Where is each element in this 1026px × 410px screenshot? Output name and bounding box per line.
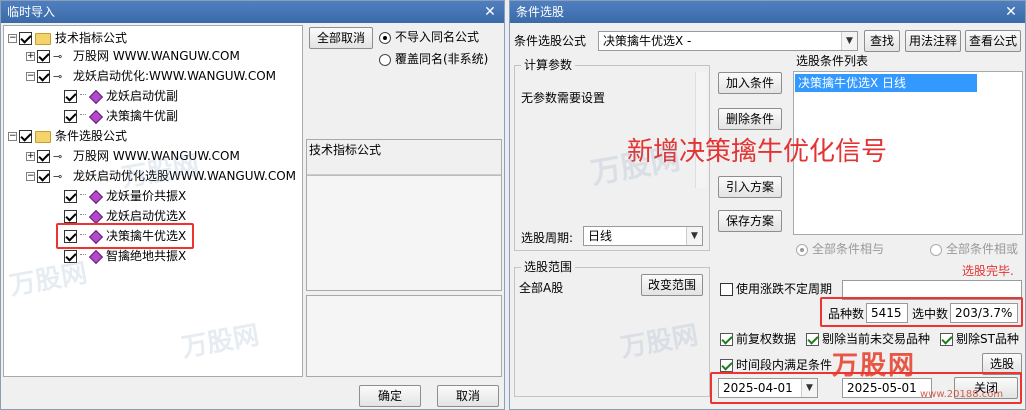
cancel-button[interactable]: 取消 (437, 385, 499, 407)
collapse-icon[interactable]: − (8, 34, 17, 43)
checkbox[interactable] (720, 283, 733, 296)
period-label: 选股周期: (521, 231, 574, 245)
adj-checkbox[interactable]: 前复权数据 (720, 331, 796, 347)
checkbox[interactable] (806, 333, 819, 346)
checkbox[interactable] (37, 70, 50, 83)
tree-node[interactable]: + ⊸ 万股网 WWW.WANGUW.COM (26, 46, 240, 66)
formula-desc-panel[interactable] (306, 295, 502, 377)
radio-icon[interactable] (379, 31, 391, 44)
checkbox[interactable] (19, 130, 32, 143)
formula-icon (88, 109, 104, 124)
radio-icon[interactable] (796, 243, 808, 256)
checkbox[interactable] (37, 150, 50, 163)
checkbox[interactable] (64, 210, 77, 223)
brand-url: www.20188.com (920, 389, 1004, 400)
formula-icon (88, 249, 104, 264)
search-button[interactable]: 查找 (864, 30, 900, 52)
cancel-all-button[interactable]: 全部取消 (309, 27, 373, 49)
formula-tree[interactable]: − 技术指标公式 + ⊸ 万股网 WWW.WANGUW.COM − ⊸ 龙妖启动优化:WW… (3, 25, 303, 377)
folder-icon (35, 32, 51, 45)
radio-all-and[interactable]: 全部条件相与 (796, 241, 884, 257)
view-formula-button[interactable]: 查看公式 (965, 30, 1021, 52)
tree-leaf[interactable]: 决策擒牛优副 (64, 106, 178, 126)
tree-leaf[interactable]: 龙妖量价共振X (64, 186, 186, 206)
chevron-down-icon[interactable]: ▼ (841, 32, 857, 50)
close-icon[interactable]: ✕ (1003, 1, 1019, 23)
highlight-box (56, 223, 194, 249)
import-title: 临时导入 (7, 5, 56, 19)
checkbox[interactable] (19, 32, 32, 45)
collapse-icon[interactable]: − (26, 172, 35, 181)
key-icon: ⊸ (53, 149, 63, 163)
checkbox[interactable] (64, 190, 77, 203)
screener-title: 条件选股 (516, 5, 565, 19)
collapse-icon[interactable]: − (26, 72, 35, 81)
checkbox[interactable] (940, 333, 953, 346)
key-icon: ⊸ (53, 49, 63, 63)
ok-button[interactable]: 确定 (359, 385, 421, 407)
usage-button[interactable]: 用法注释 (905, 30, 961, 52)
overlay-annotation: 新增决策擒牛优化信号 (627, 137, 888, 167)
tree-node-technical[interactable]: − 技术指标公式 (8, 28, 127, 48)
delete-condition-button[interactable]: 删除条件 (718, 108, 782, 130)
radio-icon[interactable] (930, 243, 942, 256)
params-scrollbar[interactable] (695, 72, 707, 188)
checkbox[interactable] (720, 333, 733, 346)
radio-overwrite[interactable]: 覆盖同名(非系统) (379, 51, 488, 67)
stock-screener-window: 条件选股 ✕ 条件选股公式 决策擒牛优选X - ▼ 查找 用法注释 查看公式 计… (509, 0, 1026, 410)
close-icon[interactable]: ✕ (482, 1, 498, 23)
time-condition-checkbox[interactable]: 时间段内满足条件 (720, 357, 832, 373)
condition-item-selected[interactable]: 决策擒牛优选X 日线 (795, 74, 977, 92)
status-done: 选股完毕. (962, 264, 1014, 278)
tree-node[interactable]: − ⊸ 龙妖启动优化:WWW.WANGUW.COM (26, 66, 276, 86)
radio-skip[interactable]: 不导入同名公式 (379, 29, 479, 45)
formula-info-panel: 技术指标公式 (306, 139, 502, 291)
checkbox[interactable] (37, 170, 50, 183)
condition-list-label: 选股条件列表 (796, 54, 869, 68)
tree-node-condition[interactable]: − 条件选股公式 (8, 126, 127, 146)
tree-leaf[interactable]: 智擒绝地共振X (64, 246, 186, 266)
radio-all-or[interactable]: 全部条件相或 (930, 241, 1018, 257)
no-params-text: 无参数需要设置 (521, 91, 606, 105)
variable-period-checkbox[interactable]: 使用涨跌不定周期 (720, 281, 832, 297)
formula-select[interactable]: 决策擒牛优选X - ▼ (598, 31, 858, 51)
exclude-st-checkbox[interactable]: 剔除ST品种 (940, 331, 1019, 347)
change-range-button[interactable]: 改变范围 (641, 274, 703, 296)
checkbox[interactable] (37, 50, 50, 63)
highlight-box (820, 297, 1023, 327)
folder-icon (35, 130, 51, 143)
tree-node[interactable]: + ⊸ 万股网 WWW.WANGUW.COM (26, 146, 240, 166)
formula-icon (88, 189, 104, 204)
key-icon: ⊸ (53, 69, 63, 83)
formula-icon (88, 209, 104, 224)
checkbox[interactable] (64, 90, 77, 103)
checkbox[interactable] (64, 110, 77, 123)
radio-icon[interactable] (379, 53, 391, 66)
key-icon: ⊸ (53, 169, 63, 183)
expand-icon[interactable]: + (26, 52, 35, 61)
range-value: 全部A股 (519, 281, 564, 295)
checkbox[interactable] (64, 250, 77, 263)
import-titlebar: 临时导入 ✕ (1, 1, 504, 23)
calc-params-title: 计算参数 (521, 58, 576, 72)
import-scheme-button[interactable]: 引入方案 (718, 176, 782, 198)
tree-leaf[interactable]: 龙妖启动优副 (64, 86, 178, 106)
formula-icon (88, 89, 104, 104)
formula-type-label: 技术指标公式 (309, 143, 382, 157)
save-scheme-button[interactable]: 保存方案 (718, 210, 782, 232)
expand-icon[interactable]: + (26, 152, 35, 161)
collapse-icon[interactable]: − (8, 132, 17, 141)
screener-titlebar: 条件选股 ✕ (510, 1, 1025, 23)
checkbox[interactable] (720, 359, 733, 372)
brand-logo: 万股网 (832, 351, 917, 381)
formula-label: 条件选股公式 (514, 34, 587, 48)
formula-text-area[interactable] (307, 175, 501, 290)
chevron-down-icon[interactable]: ▼ (686, 227, 702, 245)
range-title: 选股范围 (521, 260, 576, 274)
period-select[interactable]: 日线 ▼ (583, 226, 703, 246)
import-window: 临时导入 ✕ − 技术指标公式 + ⊸ 万股网 WWW.WANGUW.COM − ⊸ 龙妖… (0, 0, 505, 410)
tree-node[interactable]: − ⊸ 龙妖启动优化选股WWW.WANGUW.COM (26, 166, 296, 186)
add-condition-button[interactable]: 加入条件 (718, 72, 782, 94)
range-group: 选股范围 全部A股 改变范围 (514, 260, 710, 397)
